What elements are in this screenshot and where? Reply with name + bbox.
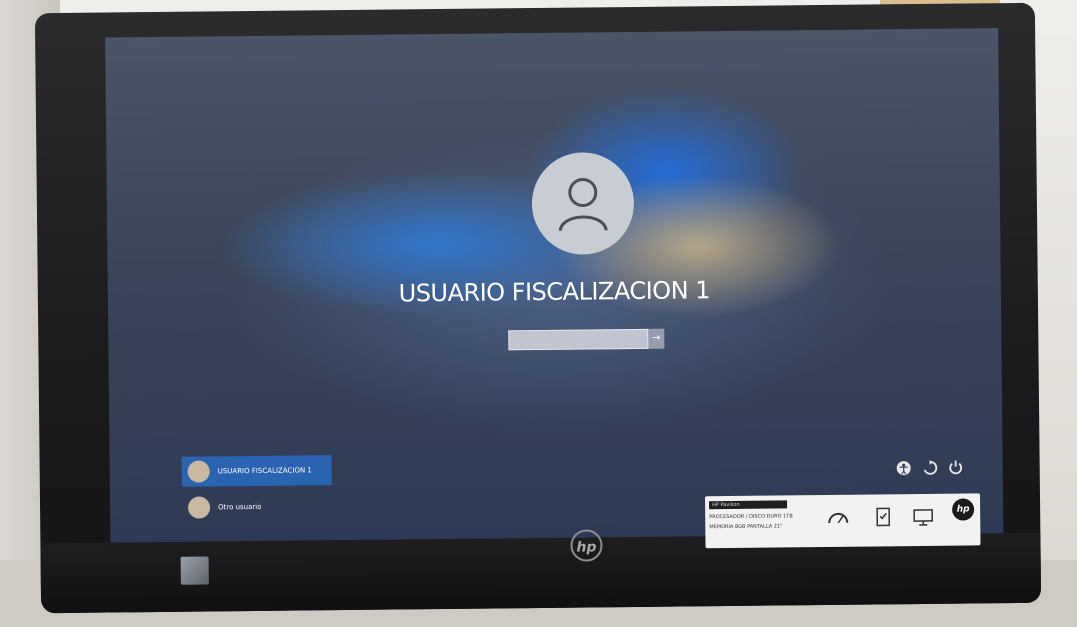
sticker-line: MEMORIA 8GB PANTALLA 21" <box>709 523 783 531</box>
submit-arrow-icon[interactable]: → <box>648 328 665 349</box>
user-list-label: USUARIO FISCALIZACION 1 <box>217 466 312 476</box>
accessibility-icon[interactable] <box>895 459 913 477</box>
hp-sticker-logo: hp <box>952 498 975 521</box>
speed-gauge-icon <box>828 512 849 524</box>
hp-logo: hp <box>570 529 603 562</box>
monitor: USUARIO FISCALIZACION 1 → USUARIO FISCAL… <box>34 2 1042 614</box>
user-avatar-small <box>187 460 210 483</box>
intel-badge <box>180 556 209 585</box>
user-avatar <box>531 151 635 256</box>
system-icons <box>895 459 965 478</box>
sticker-header: HP Pavilion <box>709 500 788 510</box>
user-list-label: Otro usuario <box>218 502 262 512</box>
user-switch-list: USUARIO FISCALIZACION 1 Otro usuario <box>181 455 333 529</box>
spec-sticker: HP Pavilion PROCESADOR / DISCO DURO 1TB … <box>704 493 981 549</box>
power-icon[interactable] <box>947 459 965 477</box>
user-avatar-small <box>187 496 211 519</box>
display-icon <box>913 509 934 526</box>
user-icon <box>558 178 608 232</box>
photo-scene: USUARIO FISCALIZACION 1 → USUARIO FISCAL… <box>0 0 1077 627</box>
sticker-line: PROCESADOR / DISCO DURO 1TB <box>709 513 793 521</box>
password-field[interactable] <box>508 328 649 351</box>
user-list-item-other[interactable]: Otro usuario <box>182 491 332 523</box>
lock-screen: USUARIO FISCALIZACION 1 → USUARIO FISCAL… <box>105 28 1004 543</box>
username-label: USUARIO FISCALIZACION 1 <box>398 276 711 308</box>
ease-of-access-icon[interactable] <box>921 459 939 477</box>
user-list-item-fiscalizacion[interactable]: USUARIO FISCALIZACION 1 <box>181 455 332 487</box>
checklist-icon <box>876 507 891 527</box>
